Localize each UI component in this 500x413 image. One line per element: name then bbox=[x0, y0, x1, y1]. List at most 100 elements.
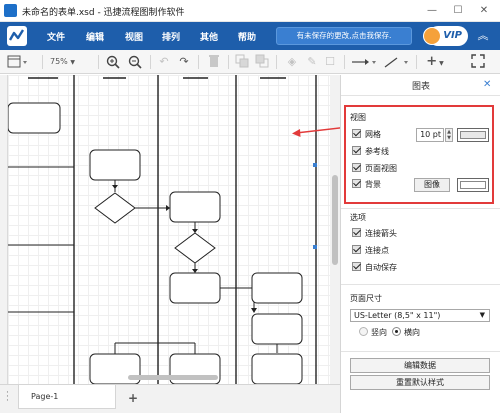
vip-avatar-icon bbox=[423, 27, 441, 45]
page-layout-icon[interactable] bbox=[6, 54, 28, 70]
app-logo-icon bbox=[7, 26, 27, 46]
toolbar-divider bbox=[416, 55, 417, 69]
flowchart-drawing bbox=[8, 75, 317, 384]
menu-arrange[interactable]: 排列 bbox=[162, 30, 180, 43]
checkbox-icon bbox=[352, 228, 361, 237]
view-section-title: 视图 bbox=[350, 113, 366, 122]
delete-icon[interactable] bbox=[206, 54, 222, 70]
line-color-icon[interactable]: ✎ bbox=[304, 54, 320, 70]
page-size-section-title: 页面尺寸 bbox=[350, 294, 382, 303]
portrait-label: 竖向 bbox=[371, 328, 387, 337]
background-checkbox[interactable]: 背景 bbox=[352, 179, 381, 191]
reset-style-button[interactable]: 重置默认样式 bbox=[350, 375, 490, 390]
options-section-title: 选项 bbox=[350, 213, 366, 222]
page-size-value: US-Letter (8,5" x 11") bbox=[354, 311, 441, 320]
grid-label: 网格 bbox=[365, 130, 381, 139]
panel-divider bbox=[341, 284, 500, 285]
background-color-swatch[interactable] bbox=[457, 178, 489, 192]
landscape-label: 横向 bbox=[404, 328, 420, 337]
checkbox-icon bbox=[352, 179, 361, 188]
shadow-icon[interactable]: ☐ bbox=[322, 54, 338, 70]
portrait-radio[interactable]: 竖向 bbox=[359, 327, 387, 339]
toolbar-divider bbox=[198, 55, 199, 69]
menu-view[interactable]: 视图 bbox=[125, 30, 143, 43]
guides-checkbox[interactable]: 参考线 bbox=[352, 146, 389, 158]
grid-checkbox[interactable]: 网格 bbox=[352, 129, 381, 141]
page-menu-icon[interactable]: · · · bbox=[6, 389, 12, 406]
landscape-radio[interactable]: 横向 bbox=[392, 327, 420, 339]
connection-style-icon[interactable] bbox=[350, 54, 378, 70]
waypoint-style-icon[interactable] bbox=[382, 54, 410, 70]
collapse-icon[interactable]: ︽ bbox=[474, 28, 492, 44]
edit-data-button[interactable]: 编辑数据 bbox=[350, 358, 490, 373]
background-label: 背景 bbox=[365, 180, 381, 189]
minimize-button[interactable]: — bbox=[420, 3, 444, 19]
checkbox-icon bbox=[352, 129, 361, 138]
toolbar-divider bbox=[276, 55, 277, 69]
menu-file[interactable]: 文件 bbox=[47, 30, 65, 43]
unsaved-changes-button[interactable]: 有未保存的更改,点击我保存. bbox=[276, 27, 412, 45]
insert-icon[interactable]: + ▼ bbox=[422, 54, 448, 70]
grid-color-swatch[interactable] bbox=[457, 128, 489, 142]
menu-other[interactable]: 其他 bbox=[200, 30, 218, 43]
vertical-scroll-thumb[interactable] bbox=[332, 175, 338, 265]
add-page-button[interactable]: + bbox=[126, 391, 140, 405]
panel-close-icon[interactable]: ✕ bbox=[483, 79, 491, 90]
fill-color-icon[interactable]: ◈ bbox=[284, 54, 300, 70]
page-size-select[interactable]: US-Letter (8,5" x 11") ▼ bbox=[350, 309, 490, 322]
checkbox-icon bbox=[352, 163, 361, 172]
toolbar-divider bbox=[150, 55, 151, 69]
checkbox-icon bbox=[352, 146, 361, 155]
undo-icon[interactable]: ↶ bbox=[156, 54, 172, 70]
guides-label: 参考线 bbox=[365, 147, 389, 156]
toolbar-divider bbox=[228, 55, 229, 69]
close-window-button[interactable]: ✕ bbox=[472, 3, 496, 19]
panel-divider bbox=[341, 95, 500, 96]
connect-points-checkbox[interactable]: 连接点 bbox=[352, 245, 389, 257]
menu-help[interactable]: 帮助 bbox=[238, 30, 256, 43]
to-front-icon[interactable] bbox=[234, 54, 250, 70]
radio-icon bbox=[359, 327, 368, 336]
toolbar: 75% ▼ ↶ ↷ ◈ ✎ ☐ + ▼ bbox=[0, 50, 500, 74]
connect-points-label: 连接点 bbox=[365, 246, 389, 255]
tab-page-1[interactable]: Page-1 bbox=[18, 385, 116, 409]
left-gutter bbox=[0, 75, 8, 384]
panel-divider bbox=[341, 208, 500, 209]
zoom-select[interactable]: 75% ▼ bbox=[50, 55, 92, 69]
page-tab-bar: · · · Page-1 + bbox=[0, 384, 340, 413]
title-bar: 未命名的表单.xsd - 迅捷流程图制作软件 — ☐ ✕ bbox=[0, 0, 500, 22]
toolbar-divider bbox=[42, 55, 43, 69]
redo-icon[interactable]: ↷ bbox=[176, 54, 192, 70]
format-panel: 图表 ✕ 视图 网格 10 pt ▲ ▼ 参考线 页面视图 背景 图像 选项 连接… bbox=[340, 75, 500, 413]
chevron-down-icon: ▼ bbox=[479, 311, 485, 319]
diagram-canvas[interactable] bbox=[8, 75, 330, 384]
window-title: 未命名的表单.xsd - 迅捷流程图制作软件 bbox=[22, 8, 185, 18]
zoom-in-icon[interactable] bbox=[104, 54, 122, 70]
zoom-out-icon[interactable] bbox=[126, 54, 144, 70]
app-icon bbox=[4, 4, 17, 17]
to-back-icon[interactable] bbox=[254, 54, 270, 70]
fullscreen-icon[interactable] bbox=[470, 54, 486, 70]
checkbox-icon bbox=[352, 262, 361, 271]
menu-edit[interactable]: 编辑 bbox=[86, 30, 104, 43]
background-image-button[interactable]: 图像 bbox=[414, 178, 450, 192]
grid-size-stepper[interactable]: ▲ ▼ bbox=[445, 128, 453, 142]
tab-page-1-label: Page-1 bbox=[31, 392, 59, 401]
toolbar-divider bbox=[98, 55, 99, 69]
radio-icon bbox=[392, 327, 401, 336]
page-view-label: 页面视图 bbox=[365, 164, 397, 173]
panel-title: 图表 bbox=[411, 82, 430, 92]
page-view-checkbox[interactable]: 页面视图 bbox=[352, 163, 397, 175]
toolbar-divider bbox=[344, 55, 345, 69]
autosave-checkbox[interactable]: 自动保存 bbox=[352, 262, 397, 274]
panel-divider bbox=[341, 351, 500, 352]
horizontal-scroll-thumb[interactable] bbox=[128, 375, 218, 380]
checkbox-icon bbox=[352, 245, 361, 254]
zoom-value: 75% bbox=[50, 57, 68, 66]
connect-arrows-checkbox[interactable]: 连接箭头 bbox=[352, 228, 397, 240]
menu-bar: 文件 编辑 视图 排列 其他 帮助 有未保存的更改,点击我保存. VIP ︽ bbox=[0, 22, 500, 50]
connect-arrows-label: 连接箭头 bbox=[365, 229, 397, 238]
grid-size-input[interactable]: 10 pt bbox=[416, 128, 444, 142]
maximize-button[interactable]: ☐ bbox=[446, 3, 470, 19]
autosave-label: 自动保存 bbox=[365, 263, 397, 272]
